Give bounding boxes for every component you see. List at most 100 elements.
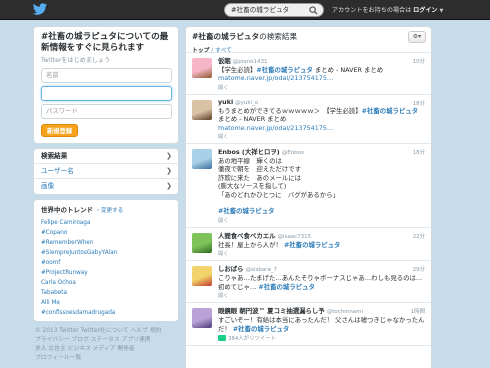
tweet-text: もうまとめができてるｗｗｗｗｗ＞ 【学生必読】#社畜の城ラピュタ まとめ - N…: [218, 107, 425, 132]
tweet-text: あの地平線 輝くのは 徹夜で朝を 迎えただけです 詐欺に来た あのメールには (…: [218, 157, 425, 216]
search-nav: 検索結果 ❯ ユーザー名 ❯ 画像 ❯: [33, 148, 179, 195]
hashtag-link[interactable]: #社畜の城ラピュタ: [284, 241, 340, 249]
tweet-item[interactable]: Enbos (大祥ヒロヲ) @Enbos 18分 あの地平線 輝くのは 徹夜で朝を 迎…: [186, 144, 431, 228]
change-trends-link[interactable]: ・変更する: [95, 208, 123, 214]
trend-item[interactable]: Tababeta: [41, 288, 171, 298]
expand-link[interactable]: 開く: [218, 133, 425, 140]
chevron-right-icon: ❯: [166, 182, 172, 190]
retweet-count-label: 384人がリツイート: [228, 335, 277, 342]
nav-item-search-results[interactable]: 検索結果 ❯: [34, 149, 178, 164]
results-header: #社畜の城ラピュタの検索結果 トップ / すべて ⚙▾: [186, 27, 431, 54]
signin-prompt: アカウントをお持ちの場合は ログイン ▼: [332, 7, 444, 14]
search-icon[interactable]: [309, 6, 318, 15]
tweet-text-part: こりゃあ…たまげた…あんたそりゃボーナスじゃあ…わしも見るのは…初めてじゃ…: [218, 274, 423, 291]
tweet-text-part: もうまとめができてるｗｗｗｗｗ＞ 【学生必読】: [218, 106, 362, 115]
tweet-timestamp[interactable]: 10分: [413, 57, 425, 65]
tweet-author[interactable]: Enbos (大祥ヒロヲ) @Enbos: [218, 147, 425, 156]
trends-box: 世界中のトレンド ・変更する Felipe Camiroaga #Copano …: [33, 199, 179, 322]
trend-item[interactable]: Alli Me: [41, 298, 171, 308]
author-name[interactable]: しおばら: [218, 265, 244, 273]
footer-line[interactable]: 求人 広告主 ビジネス メディア 開発者: [35, 345, 177, 354]
author-name[interactable]: yuki: [218, 98, 233, 106]
tweet-url-link[interactable]: matome.naver.jp/odai/213754175…: [218, 74, 333, 82]
author-name[interactable]: 眼鏡眼 朝円波™ 夏コミ抽選漏らし予: [218, 307, 325, 315]
retweet-count[interactable]: 384人がリツイート: [218, 334, 425, 342]
search-results-panel: #社畜の城ラピュタの検索結果 トップ / すべて ⚙▾ 仮眠 @piano1431…: [185, 26, 432, 368]
author-handle[interactable]: @tochinnami: [327, 309, 363, 315]
expand-link[interactable]: 開く: [218, 84, 425, 91]
expand-link[interactable]: 開く: [218, 250, 425, 257]
footer-line[interactable]: プロフィール一覧: [35, 354, 177, 363]
tweet-text: すごいぞー！有給は本当にあったんだ！ 父さんは嘘つきじゃなかったんだ！ #社畜の…: [218, 316, 425, 333]
author-handle[interactable]: @piano1431: [233, 59, 268, 65]
author-name[interactable]: 人間食べ食べカエル: [218, 232, 276, 240]
left-column: #社畜の城ラピュタについての最新情報をすぐに見られます Twitterをはじめま…: [33, 26, 179, 363]
login-link[interactable]: ログイン: [413, 7, 437, 14]
avatar[interactable]: [192, 58, 212, 78]
page-title: #社畜の城ラピュタの検索結果: [192, 32, 298, 41]
footer-line[interactable]: © 2013 Twitter Twitter社について ヘルプ 規約: [35, 327, 177, 336]
footer-line[interactable]: プライバシー ブログ ステータス アプリ連携: [35, 336, 177, 345]
password-field[interactable]: パスワード: [41, 104, 172, 119]
author-name[interactable]: 仮眠: [218, 57, 231, 65]
tweet-text: 社長！屋上から人が！ #社畜の城ラピュタ: [218, 241, 425, 249]
trend-item[interactable]: Carla Ochoa: [41, 278, 171, 288]
trend-item[interactable]: #SiempreJuntosGabyYAlan: [41, 248, 171, 258]
footer-links: © 2013 Twitter Twitter社について ヘルプ 規約 プライバシ…: [33, 327, 179, 363]
tweet-text: 【学生必読】#社畜の城ラピュタ まとめ - NAVER まとめ matome.na…: [218, 66, 425, 83]
author-handle[interactable]: @yuki_o: [235, 100, 258, 106]
tweet-item[interactable]: 眼鏡眼 朝円波™ 夏コミ抽選漏らし予 @tochinnami 1時間 すごいぞー！有給…: [186, 303, 431, 346]
author-handle[interactable]: @sisbara_7: [246, 267, 278, 273]
hashtag-link[interactable]: #社畜の城ラピュタ: [256, 66, 312, 74]
avatar[interactable]: [192, 232, 212, 253]
avatar[interactable]: [192, 149, 212, 170]
author-name[interactable]: Enbos (大祥ヒロヲ): [218, 148, 280, 156]
tweet-author[interactable]: yuki @yuki_o: [218, 98, 425, 106]
hashtag-link[interactable]: #社畜の城ラピュタ: [218, 207, 274, 215]
tweet-timestamp[interactable]: 22分: [413, 232, 425, 240]
tweet-author[interactable]: 眼鏡眼 朝円波™ 夏コミ抽選漏らし予 @tochinnami: [218, 306, 425, 315]
tweet-item[interactable]: 仮眠 @piano1431 10分 【学生必読】#社畜の城ラピュタ まとめ - NAV…: [186, 53, 431, 95]
expand-link[interactable]: 開く: [218, 292, 425, 299]
tweet-item[interactable]: 人間食べ食べカエル @isaac7315 22分 社長！屋上から人が！ #社畜の城ラピ…: [186, 228, 431, 262]
tweet-author[interactable]: 人間食べ食べカエル @isaac7315: [218, 231, 425, 240]
avatar[interactable]: [192, 99, 212, 120]
expand-link[interactable]: 開く: [218, 217, 425, 224]
tweet-item[interactable]: しおばら @sisbara_7 29分 こりゃあ…たまげた…あんたそりゃボーナスじゃあ…: [186, 261, 431, 304]
search-input[interactable]: #社畜の城ラピュタ: [224, 3, 324, 17]
tweet-text-part: 社長！屋上から人が！: [218, 240, 284, 249]
avatar[interactable]: [192, 308, 212, 329]
tweet-timestamp[interactable]: 18分: [413, 148, 425, 156]
trend-item[interactable]: #RememberWhen: [41, 238, 171, 248]
tweet-timestamp[interactable]: 18分: [413, 99, 425, 107]
author-handle[interactable]: @Enbos: [282, 150, 304, 156]
trend-item[interactable]: Felipe Camiroaga: [41, 218, 171, 228]
name-field[interactable]: 名前: [41, 68, 172, 83]
search-input-value: #社畜の城ラピュタ: [231, 6, 290, 14]
hashtag-link[interactable]: #社畜の城ラピュタ: [233, 325, 289, 333]
tweet-timestamp[interactable]: 1時間: [411, 307, 425, 315]
tweet-timestamp[interactable]: 29分: [413, 265, 425, 273]
trend-item[interactable]: #ProjectRunway: [41, 268, 171, 278]
tweet-list: 仮眠 @piano1431 10分 【学生必読】#社畜の城ラピュタ まとめ - NAV…: [186, 53, 431, 346]
gear-icon[interactable]: ⚙▾: [408, 31, 426, 43]
tweet-url-link[interactable]: matome.naver.jp/odai/213754175…: [218, 124, 333, 132]
tweet-item[interactable]: yuki @yuki_o 18分 もうまとめができてるｗｗｗｗｗ＞ 【学生必読】#社畜…: [186, 95, 431, 145]
hashtag-link[interactable]: #社畜の城ラピュタ: [362, 107, 418, 115]
nav-item-usernames[interactable]: ユーザー名 ❯: [34, 164, 178, 179]
trend-item[interactable]: #confissoesdamadrugada: [41, 308, 171, 318]
signup-button[interactable]: 新規登録: [41, 124, 79, 137]
email-field[interactable]: [41, 86, 172, 101]
chevron-down-icon[interactable]: ▼: [439, 8, 443, 14]
trends-title: 世界中のトレンド ・変更する: [41, 206, 124, 214]
chevron-right-icon: ❯: [166, 152, 172, 160]
trend-item[interactable]: #oomf: [41, 258, 171, 268]
tweet-author[interactable]: しおばら @sisbara_7: [218, 264, 425, 273]
author-handle[interactable]: @isaac7315: [278, 234, 312, 240]
twitter-bird-icon[interactable]: [32, 3, 48, 16]
tweet-author[interactable]: 仮眠 @piano1431: [218, 56, 425, 65]
trend-item[interactable]: #Copano: [41, 228, 171, 238]
hashtag-link[interactable]: #社畜の城ラピュタ: [258, 283, 314, 291]
avatar[interactable]: [192, 266, 212, 287]
nav-item-images[interactable]: 画像 ❯: [34, 179, 178, 194]
